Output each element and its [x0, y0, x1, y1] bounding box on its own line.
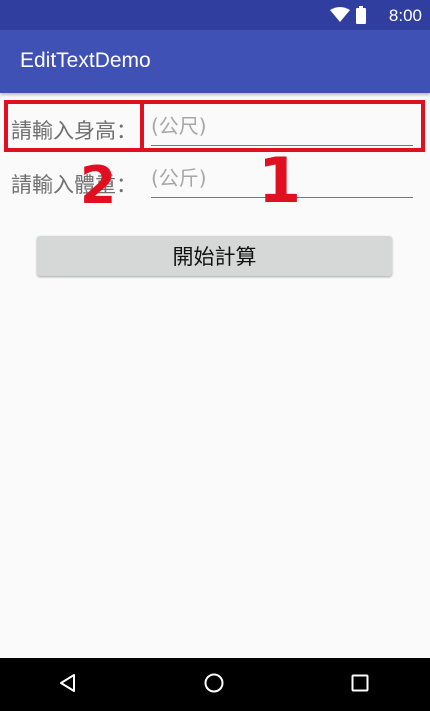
app-title: EditTextDemo — [20, 49, 151, 72]
status-time: 8:00 — [388, 6, 422, 25]
weight-label: 請輸入體重： — [11, 173, 137, 197]
annotation-marker-2: 2 — [80, 156, 117, 216]
navigation-bar — [0, 658, 430, 711]
back-button[interactable] — [54, 671, 82, 699]
annotation-marker-1: 1 — [258, 144, 302, 217]
battery-icon — [356, 6, 366, 28]
status-icons — [330, 6, 366, 28]
annotation-box-label — [4, 100, 144, 152]
home-icon — [203, 672, 225, 698]
status-bar: 8:00 — [0, 0, 430, 30]
recents-icon — [350, 673, 370, 697]
app-bar: EditTextDemo — [0, 30, 430, 93]
wifi-icon — [330, 7, 350, 27]
back-icon — [58, 673, 78, 697]
compute-button[interactable]: 開始計算 — [37, 236, 392, 276]
home-button[interactable] — [200, 671, 228, 699]
recents-button[interactable] — [346, 671, 374, 699]
